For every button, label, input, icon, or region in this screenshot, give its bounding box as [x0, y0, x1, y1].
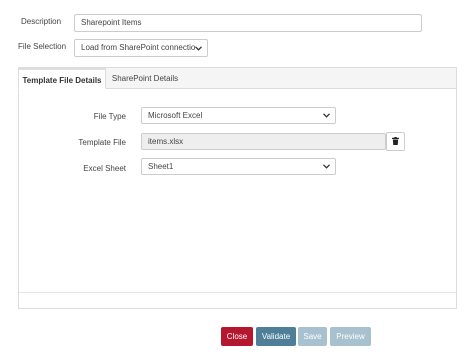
- file-selection-select[interactable]: Load from SharePoint connectio: [74, 39, 208, 57]
- file-type-value: Microsoft Excel: [148, 111, 203, 120]
- validate-button[interactable]: Validate: [256, 327, 296, 346]
- close-button[interactable]: Close: [221, 327, 253, 346]
- delete-template-button[interactable]: [386, 132, 405, 151]
- excel-sheet-select[interactable]: Sheet1: [141, 158, 336, 175]
- file-type-select[interactable]: Microsoft Excel: [141, 107, 336, 124]
- description-input[interactable]: Sharepoint Items: [74, 14, 422, 32]
- template-file-label: Template File: [78, 138, 126, 147]
- tab-template-file-details[interactable]: Template File Details: [18, 68, 106, 89]
- preview-button[interactable]: Preview: [330, 327, 371, 346]
- description-label: Description: [21, 17, 62, 26]
- details-panel: Template File Details SharePoint Details…: [18, 67, 457, 309]
- chevron-down-icon: [322, 159, 330, 174]
- file-type-label: File Type: [93, 112, 126, 121]
- save-button[interactable]: Save: [298, 327, 327, 346]
- trash-icon: [392, 136, 399, 147]
- tab-sharepoint-details[interactable]: SharePoint Details: [107, 68, 183, 89]
- chevron-down-icon: [194, 40, 202, 56]
- chevron-down-icon: [322, 108, 330, 123]
- excel-sheet-value: Sheet1: [148, 162, 174, 171]
- file-selection-label: File Selection: [18, 42, 67, 51]
- panel-footer-divider: [19, 292, 456, 293]
- template-file-input: items.xlsx: [141, 133, 386, 150]
- file-selection-value: Load from SharePoint connectio: [81, 43, 196, 52]
- excel-sheet-label: Excel Sheet: [83, 164, 126, 173]
